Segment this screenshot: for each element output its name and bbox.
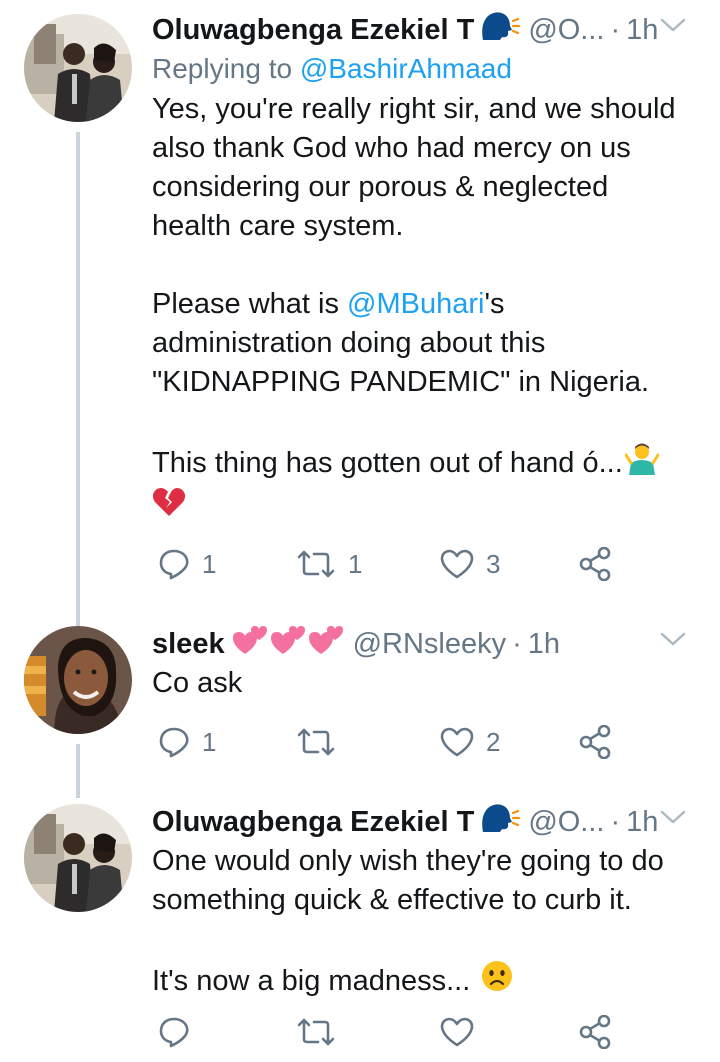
handle[interactable]: @RNsleeky: [353, 628, 507, 661]
share-icon: [579, 1015, 611, 1049]
retweet-count: 1: [348, 548, 363, 579]
thread-line: [76, 744, 80, 798]
tweet-line: something quick & effective to curb it.: [152, 884, 632, 916]
timestamp[interactable]: 1h: [626, 14, 658, 47]
tweet-line: considering our porous & neglected: [152, 171, 609, 203]
handle[interactable]: @O...: [528, 806, 604, 839]
reply-button[interactable]: 1: [158, 726, 216, 758]
tweet-1[interactable]: Oluwagbenga Ezekiel T @O... · 1h Replyin…: [0, 0, 720, 626]
speaking-head-icon: [480, 10, 521, 50]
thread-line: [76, 132, 80, 626]
retweet-button[interactable]: 1: [296, 549, 362, 580]
like-button[interactable]: 3: [440, 549, 500, 580]
tweet-header: sleek @RNsleeky · 1h: [152, 626, 706, 662]
two-hearts-icon: [231, 624, 269, 664]
person-shrugging-icon: [624, 441, 660, 486]
like-button[interactable]: 2: [440, 727, 500, 758]
share-button[interactable]: [578, 725, 612, 759]
chevron-down-icon[interactable]: [660, 630, 686, 653]
broken-heart-icon: [152, 488, 186, 525]
tweet-line: "KIDNAPPING PANDEMIC" in Nigeria.: [152, 366, 650, 398]
tweet-actions: [158, 1012, 628, 1052]
speaking-head-icon: [480, 802, 521, 842]
share-icon: [579, 725, 611, 759]
handle[interactable]: @O...: [528, 14, 604, 47]
line-text: Please what is: [152, 288, 348, 320]
separator-dot: ·: [512, 627, 522, 660]
tweet-line: Yes, you're really right sir, and we sho…: [152, 93, 676, 125]
two-hearts-icon: [307, 624, 345, 664]
tweet-line: One would only wish they're going to do: [152, 845, 664, 877]
reply-count: 1: [202, 548, 217, 579]
tweet-line: [152, 486, 706, 529]
tweet-line: Please what is @MBuhari's: [152, 285, 706, 324]
tweet-2[interactable]: sleek @RNsleeky · 1h Co ask 1 2: [0, 626, 720, 798]
chevron-down-icon[interactable]: [660, 808, 686, 831]
tweet-text: Co ask: [152, 664, 706, 703]
reply-button[interactable]: [158, 1016, 190, 1048]
tweet-line: Co ask: [152, 667, 243, 699]
reply-count: 1: [202, 726, 217, 757]
share-button[interactable]: [578, 1015, 612, 1049]
reply-icon: [159, 549, 189, 580]
line-text: This thing has gotten out of hand ó...: [152, 447, 623, 479]
separator-dot: ·: [610, 805, 621, 838]
like-count: 2: [486, 726, 501, 757]
like-count: 3: [486, 548, 501, 579]
replying-prefix: Replying to: [152, 53, 300, 84]
chevron-down-icon[interactable]: [660, 16, 686, 39]
display-name[interactable]: Oluwagbenga Ezekiel T: [152, 14, 474, 47]
tweet-header: Oluwagbenga Ezekiel T @O... · 1h: [152, 804, 706, 840]
two-hearts-icon: [269, 624, 307, 664]
tweet-line: administration doing about this: [152, 327, 546, 359]
separator-dot: ·: [610, 13, 621, 46]
reply-icon: [159, 727, 189, 758]
avatar[interactable]: [24, 14, 132, 122]
display-name[interactable]: sleek: [152, 628, 225, 661]
tweet-actions: 1 1 3: [158, 544, 628, 584]
share-icon: [579, 547, 611, 581]
retweet-icon: [297, 550, 335, 578]
reply-button[interactable]: 1: [158, 548, 216, 580]
avatar[interactable]: [24, 804, 132, 912]
tweet-line: health care system.: [152, 210, 404, 242]
replying-to: Replying to @BashirAhmaad: [152, 50, 706, 88]
display-name[interactable]: Oluwagbenga Ezekiel T: [152, 806, 474, 839]
mention-link[interactable]: @MBuhari: [347, 288, 484, 320]
like-button[interactable]: [440, 1017, 474, 1047]
line-text: 's: [484, 288, 505, 320]
line-text: It's now a big madness...: [152, 965, 471, 997]
heart-icon: [440, 727, 474, 757]
tweet-text: One would only wish they're going to do …: [152, 842, 706, 1004]
heart-icon: [440, 549, 474, 579]
timestamp[interactable]: 1h: [528, 628, 560, 661]
avatar[interactable]: [24, 626, 132, 734]
tweet-actions: 1 2: [158, 722, 628, 762]
worried-face-icon: [480, 959, 514, 1004]
share-button[interactable]: [578, 547, 612, 581]
heart-icon: [440, 1017, 474, 1047]
tweet-line: This thing has gotten out of hand ó...: [152, 441, 706, 486]
replying-handle-link[interactable]: @BashirAhmaad: [300, 53, 512, 84]
retweet-icon: [297, 1018, 335, 1046]
tweet-line: It's now a big madness...: [152, 959, 706, 1004]
tweet-text: Yes, you're really right sir, and we sho…: [152, 90, 706, 529]
retweet-icon: [297, 728, 335, 756]
reply-icon: [159, 1017, 189, 1048]
timestamp[interactable]: 1h: [626, 806, 658, 839]
tweet-line: also thank God who had mercy on us: [152, 132, 631, 164]
tweet-3[interactable]: Oluwagbenga Ezekiel T @O... · 1h One wou…: [0, 798, 720, 1062]
retweet-button[interactable]: [296, 727, 336, 757]
retweet-button[interactable]: [296, 1017, 336, 1047]
tweet-header: Oluwagbenga Ezekiel T @O... · 1h: [152, 12, 706, 48]
